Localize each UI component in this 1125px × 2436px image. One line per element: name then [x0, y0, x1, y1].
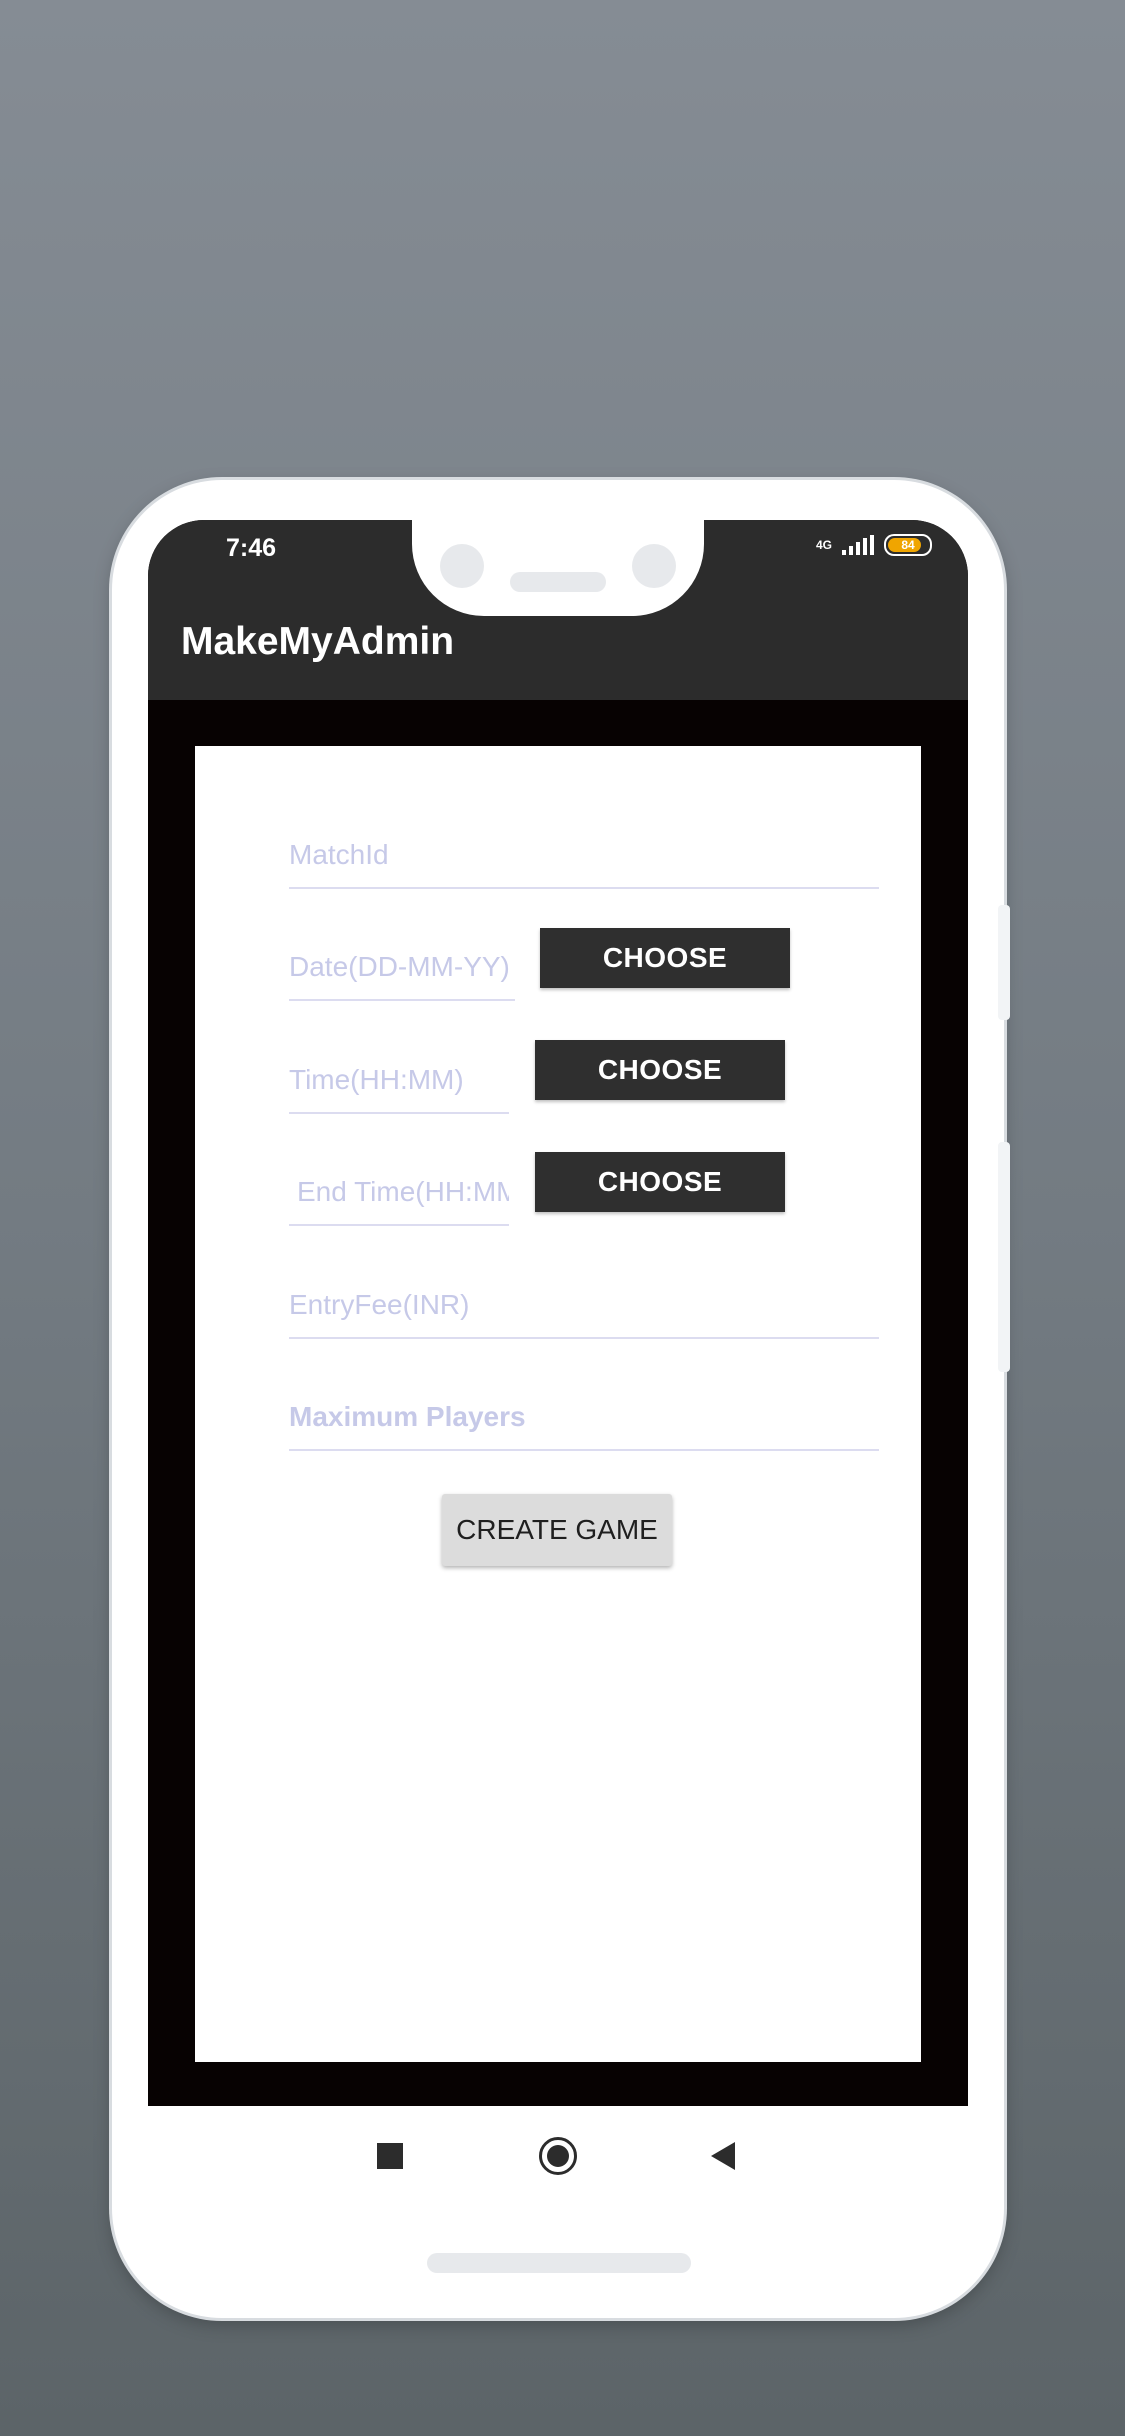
choose-date-button[interactable]: CHOOSE: [540, 928, 790, 988]
camera-left-icon: [440, 544, 484, 588]
form-card: MatchId Date(DD-MM-YY) CHOOSE Time(HH:MM…: [195, 746, 921, 2062]
match-id-placeholder: MatchId: [289, 839, 389, 870]
recents-square-icon[interactable]: [377, 2143, 403, 2169]
side-button-bottom: [998, 1142, 1010, 1372]
max-players-input[interactable]: Maximum Players: [289, 1368, 879, 1451]
status-time: 7:46: [226, 534, 277, 562]
screen: 7:46 4G 84 MakeMyAdmin MatchId Date(DD-M…: [148, 520, 968, 2106]
home-indicator: [427, 2253, 691, 2273]
time-placeholder: Time(HH:MM): [289, 1064, 464, 1095]
match-id-input[interactable]: MatchId: [289, 806, 879, 889]
camera-right-icon: [632, 544, 676, 588]
status-icons: 4G 84: [816, 534, 932, 556]
choose-time-button[interactable]: CHOOSE: [535, 1040, 785, 1100]
date-placeholder: Date(DD-MM-YY): [289, 951, 510, 982]
navigation-bar: [148, 2106, 968, 2206]
home-circle-icon[interactable]: [539, 2137, 577, 2175]
app-title: MakeMyAdmin: [181, 620, 455, 663]
entry-fee-placeholder: EntryFee(INR): [289, 1289, 470, 1320]
battery-icon: 84: [884, 534, 932, 556]
choose-end-time-button[interactable]: CHOOSE: [535, 1152, 785, 1212]
camera-notch: [412, 510, 704, 616]
date-input[interactable]: Date(DD-MM-YY): [289, 919, 515, 1001]
end-time-placeholder: End Time(HH:MM): [297, 1176, 509, 1207]
battery-level: 84: [901, 538, 915, 552]
max-players-placeholder: Maximum Players: [289, 1401, 526, 1432]
create-game-button[interactable]: CREATE GAME: [442, 1494, 672, 1566]
network-type-label: 4G: [815, 538, 832, 552]
end-time-input[interactable]: End Time(HH:MM): [289, 1144, 509, 1226]
speaker-icon: [510, 572, 606, 592]
phone-frame: 7:46 4G 84 MakeMyAdmin MatchId Date(DD-M…: [112, 480, 1010, 2318]
entry-fee-input[interactable]: EntryFee(INR): [289, 1256, 879, 1339]
signal-icon: [842, 535, 874, 555]
back-triangle-icon[interactable]: [711, 2142, 735, 2170]
side-button-top: [998, 905, 1010, 1020]
time-input[interactable]: Time(HH:MM): [289, 1032, 509, 1114]
